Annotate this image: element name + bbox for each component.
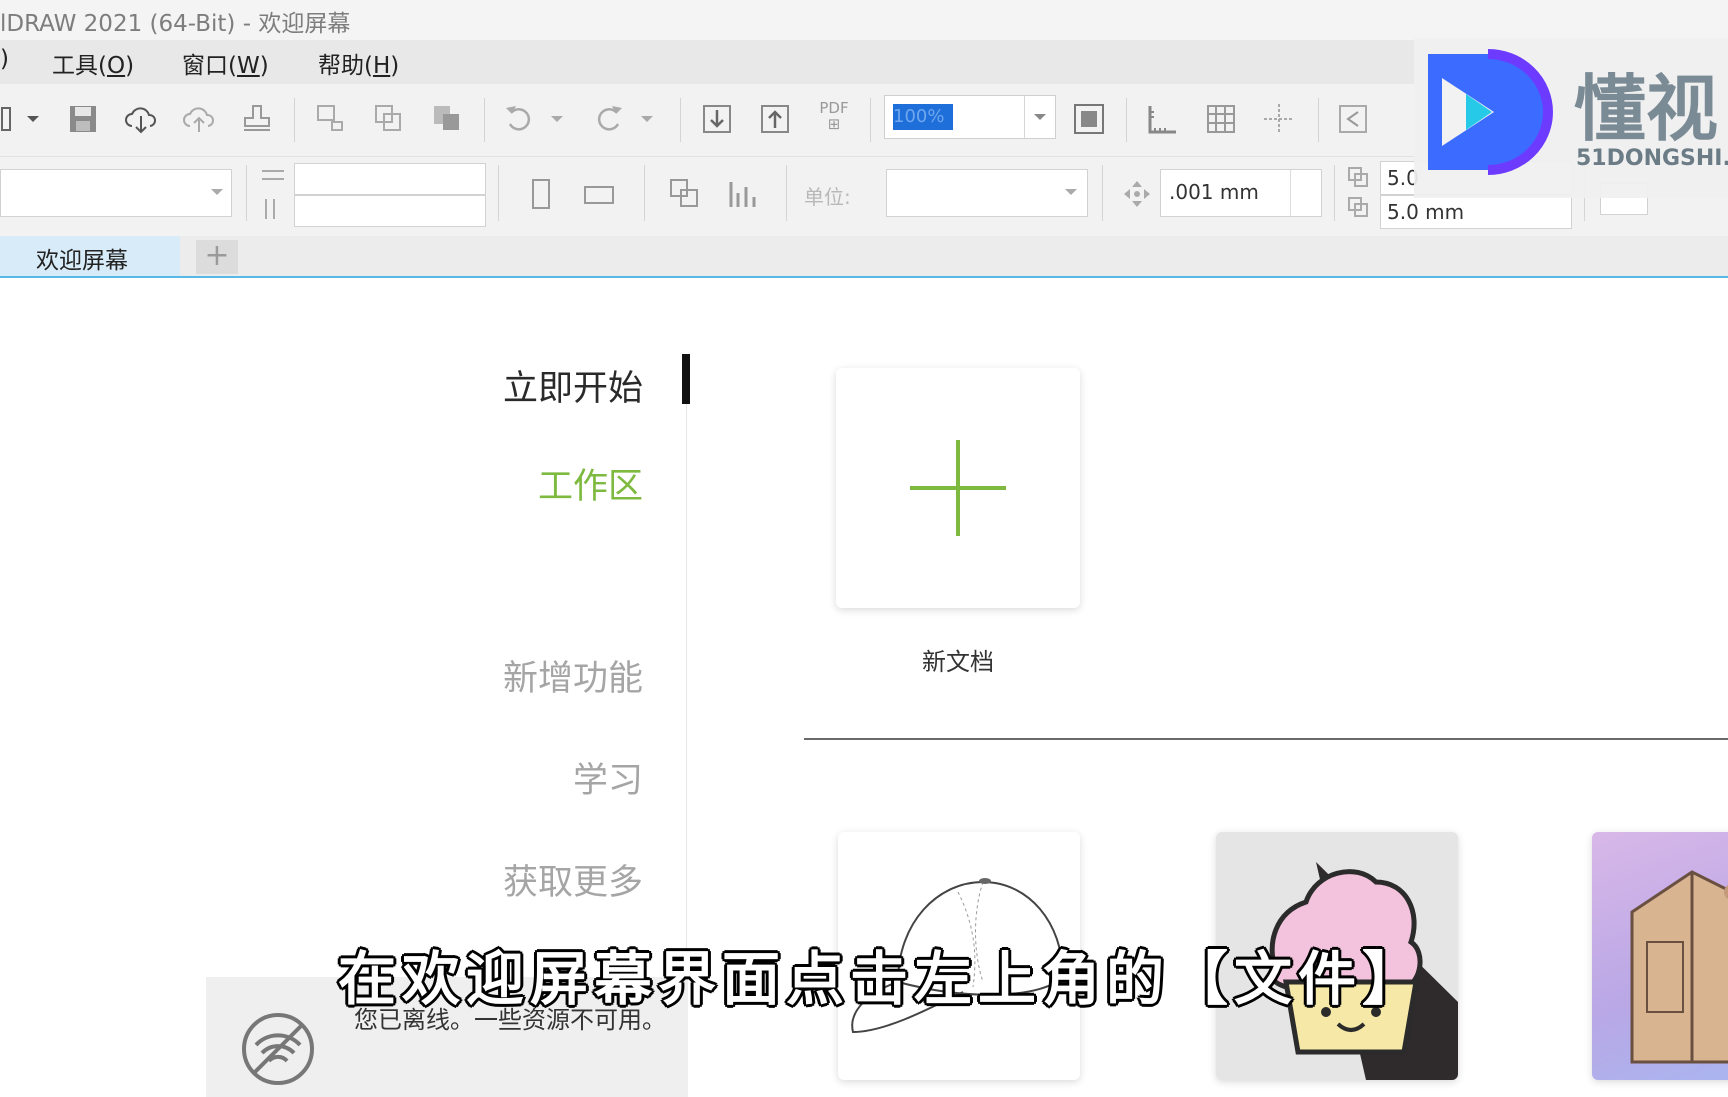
toolbar-separator <box>1318 98 1319 142</box>
copy-icon[interactable] <box>372 102 406 136</box>
nav-active-indicator <box>682 354 690 404</box>
template-card-milk-carton[interactable] <box>1592 832 1728 1080</box>
undo-dropdown-icon[interactable] <box>548 102 566 136</box>
units-label: 单位: <box>804 185 851 209</box>
new-document-card[interactable] <box>836 368 1080 608</box>
add-tab-button[interactable]: + <box>196 240 238 274</box>
menu-file-partial[interactable]: ) <box>0 46 9 72</box>
offline-wifi-icon <box>242 1013 314 1085</box>
toolbar-separator <box>498 165 499 221</box>
import-icon[interactable] <box>700 102 734 136</box>
page-height-icon <box>265 199 275 219</box>
publish-pdf-icon[interactable]: PDF ⊞ <box>814 100 854 134</box>
nav-get-more[interactable]: 获取更多 <box>503 854 643 905</box>
nav-whats-new[interactable]: 新增功能 <box>503 650 643 701</box>
menu-tools[interactable]: 工具(O) <box>52 46 134 80</box>
watermark-name: 懂视 <box>1574 67 1719 151</box>
page-size-dropdown-icon[interactable] <box>209 184 225 200</box>
save-icon[interactable] <box>66 102 100 136</box>
duplicate-y-value: 5.0 mm <box>1387 200 1465 224</box>
tab-welcome-screen[interactable]: 欢迎屏幕 <box>0 236 180 276</box>
cloud-upload-icon[interactable] <box>182 102 216 136</box>
new-document-label: 新文档 <box>922 648 994 676</box>
toolbar-separator <box>786 165 787 221</box>
nudge-icon <box>1124 181 1150 207</box>
toolbar-separator <box>1334 165 1335 221</box>
portrait-icon[interactable] <box>524 177 558 211</box>
toolbar-separator <box>246 165 247 221</box>
units-combo[interactable] <box>886 169 1088 217</box>
toolbar-separator <box>294 98 295 142</box>
menu-window[interactable]: 窗口(W) <box>182 46 269 80</box>
toolbar-separator <box>1126 98 1127 142</box>
print-icon[interactable] <box>240 102 274 136</box>
window-title: lDRAW 2021 (64-Bit) - 欢迎屏幕 <box>0 11 351 37</box>
toolbar-separator <box>1102 165 1103 221</box>
paste-icon[interactable] <box>430 102 464 136</box>
cut-icon[interactable] <box>314 102 348 136</box>
redo-dropdown-icon[interactable] <box>638 102 656 136</box>
nav-learn[interactable]: 学习 <box>573 752 643 803</box>
nav-workspace[interactable]: 工作区 <box>538 458 643 509</box>
title-bar: lDRAW 2021 (64-Bit) - 欢迎屏幕 <box>0 0 1728 40</box>
menu-help[interactable]: 帮助(H) <box>318 46 399 80</box>
duplicate-y-field[interactable]: 5.0 mm <box>1380 195 1572 229</box>
duplicate-y-icon <box>1348 197 1368 217</box>
guidelines-icon[interactable] <box>1262 102 1296 136</box>
toolbar-separator <box>870 98 871 142</box>
snap-to-icon[interactable] <box>1336 102 1370 136</box>
all-pages-icon[interactable] <box>668 177 702 211</box>
document-tab-strip: 欢迎屏幕 + <box>0 236 1728 278</box>
full-screen-icon[interactable] <box>1072 102 1106 136</box>
redo-icon[interactable] <box>592 102 626 136</box>
page-width-field[interactable] <box>294 163 486 195</box>
rulers-icon[interactable] <box>1146 102 1180 136</box>
landscape-icon[interactable] <box>582 177 616 211</box>
section-divider <box>804 738 1728 740</box>
cloud-download-icon[interactable] <box>124 102 158 136</box>
zoom-level-combo[interactable]: 100% <box>884 95 1056 139</box>
page-height-field[interactable] <box>294 195 486 227</box>
units-dropdown-icon[interactable] <box>1063 184 1079 200</box>
duplicate-x-icon <box>1348 167 1368 187</box>
nudge-distance-value: .001 mm <box>1169 180 1259 204</box>
watermark-logo <box>1428 49 1553 175</box>
zoom-level-value[interactable]: 100% <box>893 104 953 130</box>
export-icon[interactable] <box>758 102 792 136</box>
toolbar-separator <box>680 98 681 142</box>
nudge-distance-field[interactable]: .001 mm <box>1160 169 1322 217</box>
toolbar-separator <box>644 165 645 221</box>
zoom-dropdown-icon[interactable] <box>1024 96 1055 138</box>
undo-icon[interactable] <box>502 102 536 136</box>
toolbar-separator <box>484 98 485 142</box>
dropdown-arrow-icon[interactable] <box>24 102 42 136</box>
plus-icon: + <box>204 238 230 273</box>
watermark: 懂视 51DONGSHI.C <box>1414 38 1728 198</box>
milk-carton-thumbnail <box>1630 870 1728 1064</box>
grid-icon[interactable] <box>1204 102 1238 136</box>
page-size-combo[interactable] <box>0 169 232 217</box>
page-width-icon <box>262 170 284 180</box>
current-page-icon[interactable] <box>726 177 760 211</box>
video-subtitle: 在欢迎屏幕界面点击左上角的【文件】 <box>338 945 1427 1013</box>
nav-get-started[interactable]: 立即开始 <box>503 360 643 411</box>
nudge-spinner[interactable] <box>1290 170 1321 216</box>
tab-label: 欢迎屏幕 <box>36 248 128 274</box>
watermark-url: 51DONGSHI.C <box>1576 146 1728 171</box>
plus-icon <box>910 440 1006 536</box>
